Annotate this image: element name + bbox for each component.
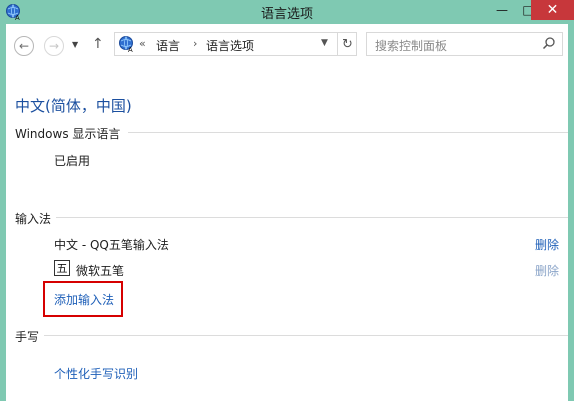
svg-text:A: A <box>128 47 133 53</box>
add-input-method-link[interactable]: 添加输入法 <box>54 291 114 308</box>
remove-qq-wubi-link[interactable]: 删除 <box>535 236 559 253</box>
navigation-toolbar: ← → ▼ ↑ A « 语言 › 语言选项 ▼ ↻ 搜索控制面板 <box>6 24 568 66</box>
recent-locations-dropdown[interactable]: ▼ <box>72 40 78 49</box>
remove-microsoft-wubi-link[interactable]: 删除 <box>535 262 559 279</box>
window-title: 语言选项 <box>260 7 313 22</box>
window-border-right <box>568 24 574 401</box>
content-pane: 中文(简体，中国) Windows 显示语言 已启用 输入法 中文 - QQ五笔… <box>6 66 568 401</box>
section-heading-input-methods: 输入法 <box>15 212 52 226</box>
display-language-status: 已启用 <box>54 154 91 168</box>
section-heading-display-language: Windows 显示语言 <box>15 127 121 141</box>
input-method-qq-wubi: 中文 - QQ五笔输入法 <box>54 238 169 252</box>
page-title: 中文(简体，中国) <box>15 97 132 115</box>
personalize-handwriting-link[interactable]: 个性化手写识别 <box>54 365 138 382</box>
address-history-dropdown[interactable]: ▼ <box>321 38 328 48</box>
forward-button[interactable]: → <box>44 36 64 56</box>
breadcrumb-item-language[interactable]: 语言 <box>156 37 180 54</box>
section-divider <box>44 335 568 336</box>
section-divider <box>56 217 568 218</box>
breadcrumb-item-language-options[interactable]: 语言选项 <box>206 37 254 54</box>
back-button[interactable]: ← <box>14 36 34 56</box>
wubi-ime-icon: 五 <box>54 260 70 276</box>
search-placeholder: 搜索控制面板 <box>375 39 448 53</box>
breadcrumb-separator[interactable]: › <box>193 37 197 50</box>
up-button[interactable]: ↑ <box>92 36 104 52</box>
section-divider <box>128 132 568 133</box>
minimize-button[interactable]: — <box>489 0 515 20</box>
close-button[interactable]: ✕ <box>531 0 574 20</box>
search-input[interactable]: 搜索控制面板 <box>366 32 563 56</box>
title-bar[interactable]: A 语言选项 — □ ✕ <box>0 0 574 24</box>
address-bar[interactable]: A « 语言 › 语言选项 ▼ ↻ <box>114 32 357 56</box>
globe-language-icon: A <box>119 36 133 53</box>
breadcrumb-overflow-chevron[interactable]: « <box>139 37 146 50</box>
refresh-button[interactable]: ↻ <box>337 33 357 55</box>
search-icon[interactable] <box>542 36 556 50</box>
section-heading-handwriting: 手写 <box>15 330 40 344</box>
window: A 语言选项 — □ ✕ ← → ▼ ↑ A « 语言 › 语言选项 ▼ ↻ 搜… <box>0 0 574 401</box>
input-method-microsoft-wubi: 微软五笔 <box>76 264 125 278</box>
